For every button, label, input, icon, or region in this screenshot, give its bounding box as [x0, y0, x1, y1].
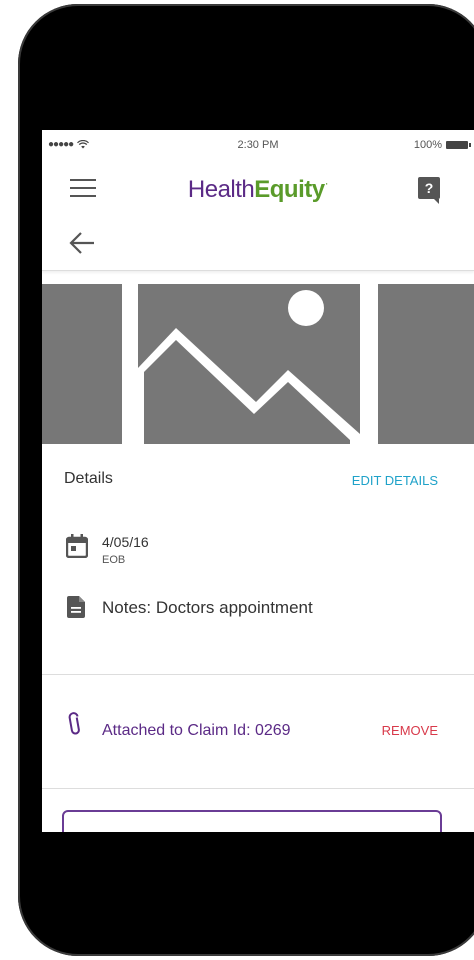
receipt-type: EOB — [102, 554, 126, 566]
app-screen: ●●●●● 2:30 PM 100% HealthEquity· ? Detai… — [42, 130, 474, 832]
receipt-notes: Notes: Doctors appointment — [102, 598, 313, 617]
image-frame — [122, 284, 378, 444]
remove-attachment-button[interactable]: REMOVE — [382, 723, 438, 738]
battery-percent: 100% — [413, 139, 442, 151]
logo-mark: · — [324, 176, 329, 190]
battery-indicator: 100% — [413, 139, 471, 151]
details-title: Details — [64, 470, 113, 487]
landscape-icon — [138, 290, 360, 444]
attached-claim-label: Attached to Claim Id: 0269 — [102, 722, 291, 739]
logo-health: Health — [187, 176, 255, 203]
status-bar: ●●●●● 2:30 PM 100% — [42, 130, 474, 162]
image-placeholder-icon — [138, 284, 360, 444]
edit-details-link[interactable]: EDIT DETAILS — [352, 473, 438, 488]
document-icon — [67, 596, 85, 618]
calendar-icon — [66, 534, 88, 558]
help-icon[interactable]: ? — [418, 177, 440, 204]
logo-equity: Equity — [254, 176, 325, 203]
divider — [42, 788, 474, 789]
back-arrow-icon[interactable] — [68, 229, 96, 257]
action-button[interactable] — [62, 810, 442, 832]
paperclip-icon — [68, 712, 80, 735]
app-header: HealthEquity· ? — [42, 164, 474, 214]
status-time: 2:30 PM — [237, 139, 279, 151]
healthequity-logo: HealthEquity· — [42, 176, 474, 204]
receipt-date: 4/05/16 — [102, 534, 149, 550]
battery-icon — [446, 141, 471, 149]
divider — [42, 674, 474, 675]
help-label: ? — [424, 180, 434, 196]
back-nav-bar — [42, 218, 474, 271]
receipt-image-placeholder[interactable] — [42, 284, 474, 444]
